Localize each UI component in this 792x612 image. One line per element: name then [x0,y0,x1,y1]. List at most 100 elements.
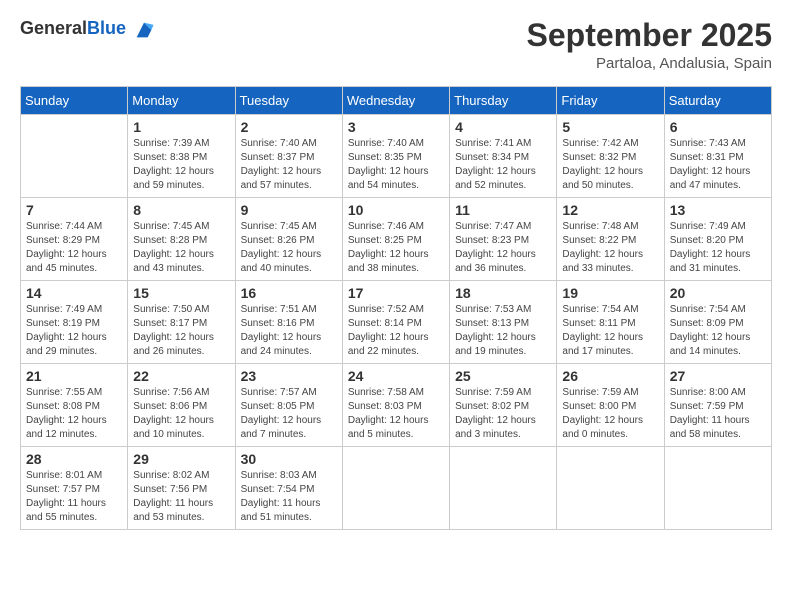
table-row: 4 Sunrise: 7:41 AM Sunset: 8:34 PM Daylig… [450,115,557,198]
weekday-header-row: Sunday Monday Tuesday Wednesday Thursday… [21,87,772,115]
day-info: Sunrise: 7:56 AM Sunset: 8:06 PM Dayligh… [133,386,229,442]
table-row: 30Sunrise: 8:03 AM Sunset: 7:54 PM Dayli… [235,447,342,530]
table-row: 25 Sunrise: 7:59 AM Sunset: 8:02 PM Dayli… [450,364,557,447]
table-row: 27 Sunrise: 8:00 AM Sunset: 7:59 PM Dayli… [664,364,771,447]
day-number: 10 [348,202,444,218]
logo: GeneralBlue [20,18,155,41]
day-number: 12 [562,202,658,218]
header-thursday: Thursday [450,87,557,115]
table-row: 9 Sunrise: 7:45 AM Sunset: 8:26 PM Daylig… [235,198,342,281]
table-row: 13Sunrise: 7:49 AM Sunset: 8:20 PM Dayli… [664,198,771,281]
table-row: 23Sunrise: 7:57 AM Sunset: 8:05 PM Dayli… [235,364,342,447]
table-row: 19 Sunrise: 7:54 AM Sunset: 8:11 PM Dayli… [557,281,664,364]
day-number: 27 [670,368,766,384]
day-number: 30 [241,451,337,467]
calendar-week-row: 28 Sunrise: 8:01 AM Sunset: 7:57 PM Dayli… [21,447,772,530]
header: GeneralBlue September 2025 Partaloa, And… [20,18,772,72]
day-number: 3 [348,119,444,135]
day-info: Sunrise: 7:39 AM Sunset: 8:38 PM Dayligh… [133,137,229,193]
day-info: Sunrise: 7:45 AM Sunset: 8:28 PM Dayligh… [133,220,229,276]
day-info: Sunrise: 7:41 AM Sunset: 8:34 PM Dayligh… [455,137,551,193]
day-info: Sunrise: 7:44 AM Sunset: 8:29 PM Dayligh… [26,220,122,276]
table-row: 18 Sunrise: 7:53 AM Sunset: 8:13 PM Dayli… [450,281,557,364]
day-info: Sunrise: 8:02 AM Sunset: 7:56 PM Dayligh… [133,469,229,525]
day-number: 18 [455,285,551,301]
day-number: 8 [133,202,229,218]
table-row: 21Sunrise: 7:55 AM Sunset: 8:08 PM Dayli… [21,364,128,447]
day-number: 11 [455,202,551,218]
day-info: Sunrise: 7:47 AM Sunset: 8:23 PM Dayligh… [455,220,551,276]
day-info: Sunrise: 7:48 AM Sunset: 8:22 PM Dayligh… [562,220,658,276]
day-info: Sunrise: 7:59 AM Sunset: 8:02 PM Dayligh… [455,386,551,442]
header-monday: Monday [128,87,235,115]
day-info: Sunrise: 7:58 AM Sunset: 8:03 PM Dayligh… [348,386,444,442]
logo-general-text: General [20,18,87,38]
day-info: Sunrise: 7:57 AM Sunset: 8:05 PM Dayligh… [241,386,337,442]
day-number: 2 [241,119,337,135]
header-friday: Friday [557,87,664,115]
title-month: September 2025 [527,18,772,53]
day-number: 4 [455,119,551,135]
table-row: 1 Sunrise: 7:39 AM Sunset: 8:38 PM Daylig… [128,115,235,198]
day-number: 16 [241,285,337,301]
day-info: Sunrise: 7:54 AM Sunset: 8:11 PM Dayligh… [562,303,658,359]
day-number: 17 [348,285,444,301]
day-number: 25 [455,368,551,384]
title-location: Partaloa, Andalusia, Spain [527,55,772,72]
day-info: Sunrise: 7:40 AM Sunset: 8:37 PM Dayligh… [241,137,337,193]
day-info: Sunrise: 8:00 AM Sunset: 7:59 PM Dayligh… [670,386,766,442]
table-row: 10Sunrise: 7:46 AM Sunset: 8:25 PM Dayli… [342,198,449,281]
calendar-week-row: 7Sunrise: 7:44 AM Sunset: 8:29 PM Daylig… [21,198,772,281]
table-row: 12 Sunrise: 7:48 AM Sunset: 8:22 PM Dayli… [557,198,664,281]
table-row: 6 Sunrise: 7:43 AM Sunset: 8:31 PM Daylig… [664,115,771,198]
day-info: Sunrise: 7:45 AM Sunset: 8:26 PM Dayligh… [241,220,337,276]
day-number: 22 [133,368,229,384]
page: GeneralBlue September 2025 Partaloa, And… [0,0,792,612]
table-row [557,447,664,530]
day-info: Sunrise: 8:01 AM Sunset: 7:57 PM Dayligh… [26,469,122,525]
day-info: Sunrise: 7:43 AM Sunset: 8:31 PM Dayligh… [670,137,766,193]
day-number: 1 [133,119,229,135]
day-info: Sunrise: 7:50 AM Sunset: 8:17 PM Dayligh… [133,303,229,359]
table-row: 29Sunrise: 8:02 AM Sunset: 7:56 PM Dayli… [128,447,235,530]
day-number: 6 [670,119,766,135]
table-row: 7Sunrise: 7:44 AM Sunset: 8:29 PM Daylig… [21,198,128,281]
day-info: Sunrise: 7:51 AM Sunset: 8:16 PM Dayligh… [241,303,337,359]
table-row: 28 Sunrise: 8:01 AM Sunset: 7:57 PM Dayli… [21,447,128,530]
table-row: 3 Sunrise: 7:40 AM Sunset: 8:35 PM Daylig… [342,115,449,198]
day-info: Sunrise: 7:53 AM Sunset: 8:13 PM Dayligh… [455,303,551,359]
calendar-table: Sunday Monday Tuesday Wednesday Thursday… [20,86,772,530]
table-row: 2 Sunrise: 7:40 AM Sunset: 8:37 PM Daylig… [235,115,342,198]
day-number: 19 [562,285,658,301]
day-number: 5 [562,119,658,135]
day-info: Sunrise: 7:55 AM Sunset: 8:08 PM Dayligh… [26,386,122,442]
header-wednesday: Wednesday [342,87,449,115]
day-number: 28 [26,451,122,467]
table-row [342,447,449,530]
day-info: Sunrise: 7:54 AM Sunset: 8:09 PM Dayligh… [670,303,766,359]
table-row: 16 Sunrise: 7:51 AM Sunset: 8:16 PM Dayli… [235,281,342,364]
table-row: 22 Sunrise: 7:56 AM Sunset: 8:06 PM Dayli… [128,364,235,447]
table-row [664,447,771,530]
calendar-week-row: 1 Sunrise: 7:39 AM Sunset: 8:38 PM Daylig… [21,115,772,198]
day-number: 9 [241,202,337,218]
table-row: 24 Sunrise: 7:58 AM Sunset: 8:03 PM Dayli… [342,364,449,447]
title-block: September 2025 Partaloa, Andalusia, Spai… [527,18,772,72]
day-number: 20 [670,285,766,301]
table-row: 17 Sunrise: 7:52 AM Sunset: 8:14 PM Dayli… [342,281,449,364]
day-number: 24 [348,368,444,384]
calendar-week-row: 14Sunrise: 7:49 AM Sunset: 8:19 PM Dayli… [21,281,772,364]
table-row: 14Sunrise: 7:49 AM Sunset: 8:19 PM Dayli… [21,281,128,364]
table-row [21,115,128,198]
table-row: 20 Sunrise: 7:54 AM Sunset: 8:09 PM Dayli… [664,281,771,364]
table-row [450,447,557,530]
day-number: 15 [133,285,229,301]
day-info: Sunrise: 7:40 AM Sunset: 8:35 PM Dayligh… [348,137,444,193]
day-info: Sunrise: 7:59 AM Sunset: 8:00 PM Dayligh… [562,386,658,442]
calendar-week-row: 21Sunrise: 7:55 AM Sunset: 8:08 PM Dayli… [21,364,772,447]
table-row: 8 Sunrise: 7:45 AM Sunset: 8:28 PM Daylig… [128,198,235,281]
day-info: Sunrise: 7:42 AM Sunset: 8:32 PM Dayligh… [562,137,658,193]
day-info: Sunrise: 7:52 AM Sunset: 8:14 PM Dayligh… [348,303,444,359]
table-row: 15 Sunrise: 7:50 AM Sunset: 8:17 PM Dayli… [128,281,235,364]
day-number: 13 [670,202,766,218]
